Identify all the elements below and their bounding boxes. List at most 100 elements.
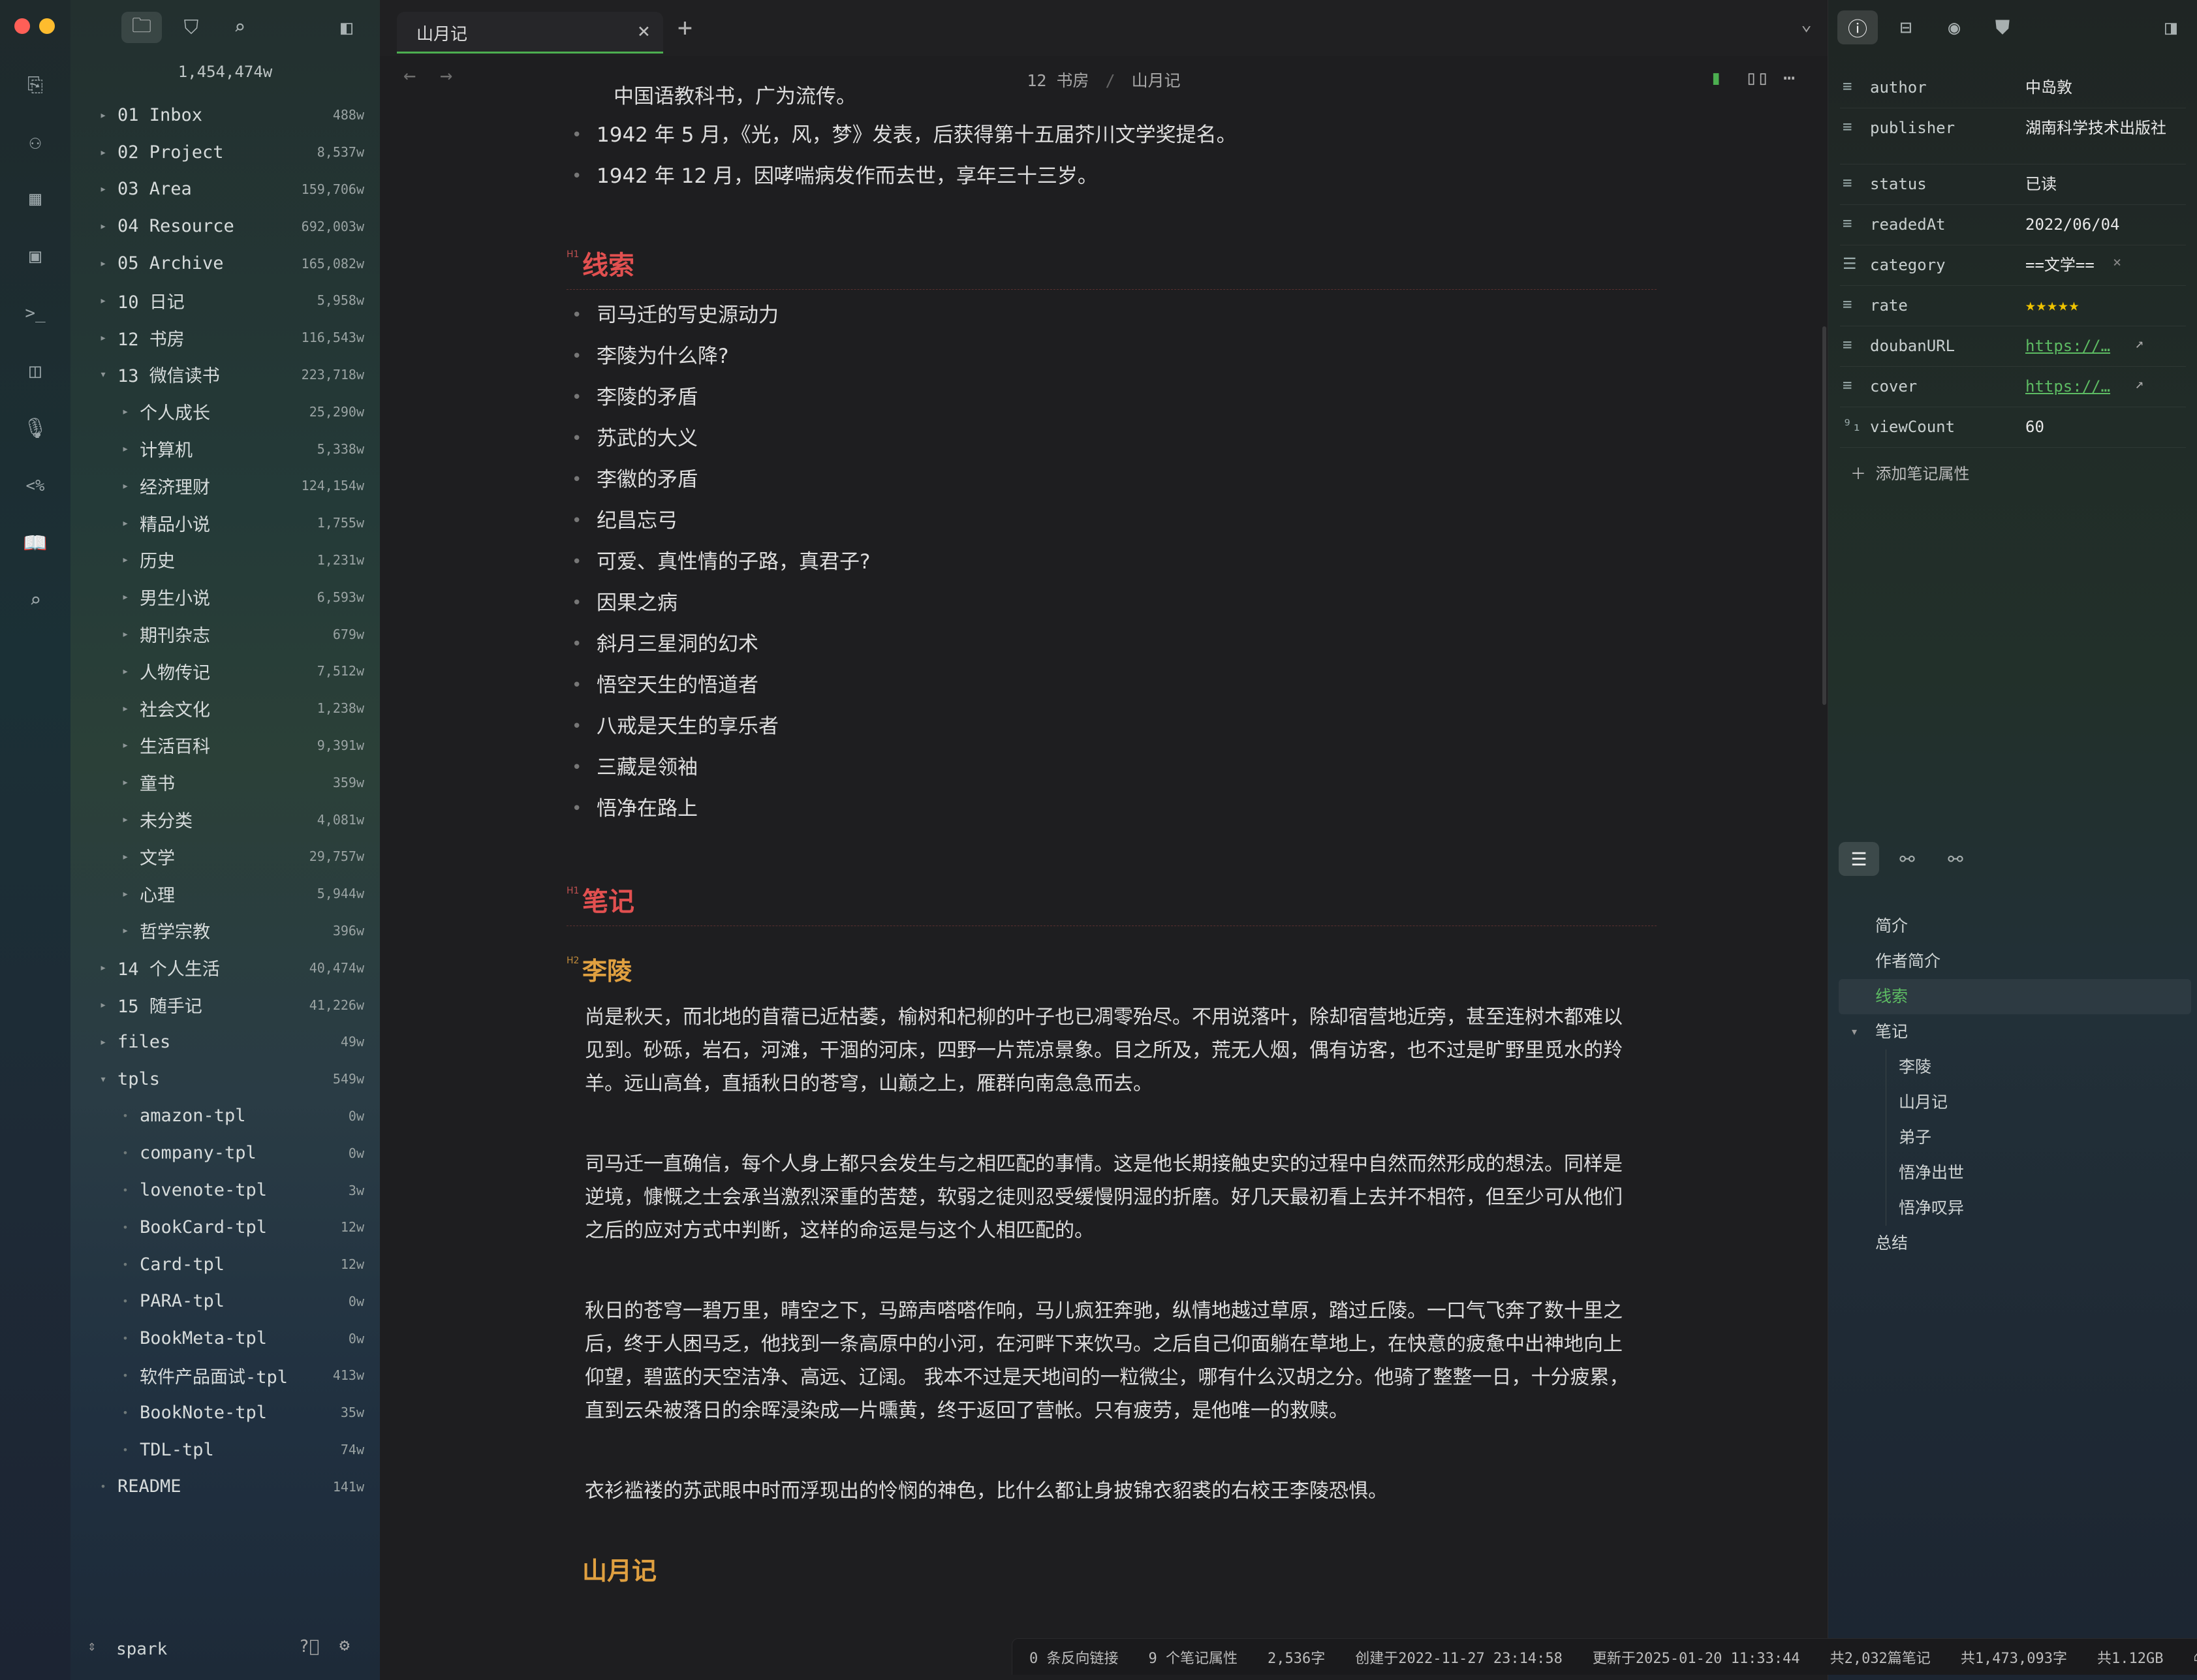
vault-name[interactable]: spark	[116, 1640, 167, 1659]
external-link-icon[interactable]: ↗	[2135, 335, 2143, 352]
tree-folder[interactable]: ▸ 03 Area 159,706w	[70, 171, 380, 208]
info-icon[interactable]: ⓘ	[1837, 10, 1878, 44]
tree-folder[interactable]: ▸ 计算机 5,338w	[70, 430, 380, 467]
tree-folder[interactable]: ▸ 04 Resource 692,003w	[70, 208, 380, 245]
tree-folder[interactable]: ▸ 心理 5,944w	[70, 875, 380, 912]
property-value[interactable]: 2022/06/04	[2025, 215, 2182, 234]
bookmark-icon[interactable]: ⛉	[171, 12, 211, 43]
status-backlinks[interactable]: 0 条反向链接	[1029, 1647, 1119, 1668]
archive-icon[interactable]: ⊟	[1886, 10, 1926, 44]
tree-file[interactable]: • lovenote-tpl 3w	[70, 1172, 380, 1209]
property-value[interactable]: 中岛敦	[2025, 78, 2182, 97]
tags-icon[interactable]: ⛊	[1982, 10, 2023, 44]
tree-file[interactable]: • TDL-tpl 74w	[70, 1431, 380, 1469]
property-key[interactable]: rate	[1870, 296, 1908, 315]
minimize-window-button[interactable]	[39, 18, 55, 34]
settings-gear-icon[interactable]: ⚙	[339, 1636, 350, 1655]
external-link-icon[interactable]: ↗	[2135, 376, 2143, 392]
property-rate[interactable]: ≡ rate ★★★★★	[1840, 286, 2186, 326]
dashboard-icon[interactable]: ▦	[20, 183, 51, 214]
calendar-icon[interactable]: ▣	[20, 240, 51, 272]
property-readedAt[interactable]: ≡ readedAt 2022/06/04	[1840, 205, 2186, 245]
tree-folder[interactable]: ▸ files 49w	[70, 1023, 380, 1061]
outline-item[interactable]: 山月记	[1839, 1085, 2191, 1120]
outline-item[interactable]: 悟净出世	[1839, 1155, 2191, 1190]
add-property-button[interactable]: ＋ 添加笔记属性	[1850, 461, 1969, 484]
property-key[interactable]: category	[1870, 256, 1946, 274]
tree-file[interactable]: • 软件产品面试-tpl 413w	[70, 1357, 380, 1394]
property-key[interactable]: author	[1870, 78, 1927, 97]
tree-folder[interactable]: ▾ 13 微信读书 223,718w	[70, 356, 380, 394]
property-value[interactable]: 已读	[2025, 175, 2182, 193]
outline-item[interactable]: 线索	[1839, 979, 2191, 1014]
property-key[interactable]: publisher	[1870, 119, 1955, 137]
eye-icon[interactable]: ◉	[1934, 10, 1974, 44]
backlinks-icon[interactable]: ⚯	[1887, 842, 1927, 876]
outline-item[interactable]: ▾ 笔记	[1839, 1014, 2191, 1050]
tree-file[interactable]: • amazon-tpl 0w	[70, 1098, 380, 1135]
chevron-down-icon[interactable]: ▾	[1852, 1014, 1857, 1050]
reading-view-icon[interactable]: ▯▯	[1745, 67, 1769, 89]
property-key[interactable]: cover	[1870, 377, 1917, 396]
help-icon[interactable]: ?⃝	[299, 1637, 319, 1657]
outline-item[interactable]: 悟净叹异	[1839, 1190, 2191, 1226]
sync-icon[interactable]: ⌂	[2194, 1649, 2197, 1665]
outline-item[interactable]: 简介	[1839, 909, 2191, 944]
property-viewCount[interactable]: ⁹₁ viewCount 60	[1840, 407, 2186, 448]
new-tab-icon[interactable]: +	[678, 13, 693, 42]
close-tab-icon[interactable]: ×	[638, 18, 650, 43]
tree-folder[interactable]: ▸ 精品小说 1,755w	[70, 505, 380, 542]
outline-item[interactable]: 弟子	[1839, 1120, 2191, 1155]
tree-file[interactable]: • company-tpl 0w	[70, 1134, 380, 1172]
outline-item[interactable]: 李陵	[1839, 1050, 2191, 1085]
right-sidebar-toggle-icon[interactable]: ◨	[2151, 10, 2191, 44]
tree-folder[interactable]: ▸ 10 日记 5,958w	[70, 282, 380, 319]
code-percent-icon[interactable]: <%	[20, 470, 51, 501]
tree-folder[interactable]: ▸ 人物传记 7,512w	[70, 653, 380, 690]
outline-item[interactable]: 作者简介	[1839, 944, 2191, 979]
tree-file[interactable]: • README 141w	[70, 1468, 380, 1505]
tree-folder[interactable]: ▸ 12 书房 116,543w	[70, 319, 380, 356]
tree-folder[interactable]: ▸ 生活百科 9,391w	[70, 727, 380, 764]
tree-file[interactable]: • Card-tpl 12w	[70, 1246, 380, 1283]
tree-folder[interactable]: ▸ 男生小说 6,593w	[70, 578, 380, 615]
property-author[interactable]: ≡ author 中岛敦	[1840, 68, 2186, 108]
terminal-icon[interactable]: >_	[20, 298, 51, 329]
tree-folder[interactable]: ▸ 个人成长 25,290w	[70, 393, 380, 430]
graph-icon[interactable]: ⚇	[20, 127, 51, 158]
tree-file[interactable]: • PARA-tpl 0w	[70, 1283, 380, 1320]
property-value[interactable]: ★★★★★	[2025, 296, 2182, 315]
tree-folder[interactable]: ▸ 童书 359w	[70, 764, 380, 801]
property-key[interactable]: viewCount	[1870, 418, 1955, 436]
remove-tag-icon[interactable]: ×	[2113, 255, 2121, 271]
tree-folder[interactable]: ▸ 01 Inbox 488w	[70, 97, 380, 134]
tree-folder[interactable]: ▸ 社会文化 1,238w	[70, 690, 380, 727]
tree-folder[interactable]: ▸ 经济理财 124,154w	[70, 467, 380, 505]
vault-switch-icon[interactable]: ⇕	[87, 1638, 96, 1655]
property-publisher[interactable]: ≡ publisher 湖南科学技术出版社	[1840, 108, 2186, 164]
tree-folder[interactable]: ▸ 02 Project 8,537w	[70, 134, 380, 171]
tree-folder[interactable]: ▸ 14 个人生活 40,474w	[70, 949, 380, 986]
tree-file[interactable]: • BookMeta-tpl 0w	[70, 1320, 380, 1357]
tree-folder[interactable]: ▸ 历史 1,231w	[70, 542, 380, 579]
property-key[interactable]: doubanURL	[1870, 337, 1955, 355]
microphone-icon[interactable]: 🎙	[20, 412, 51, 444]
tab-shanyueji[interactable]: 山月记 ×	[397, 12, 663, 54]
property-cover[interactable]: ≡ cover https://… ↗	[1840, 367, 2186, 407]
tree-folder[interactable]: ▸ 05 Archive 165,082w	[70, 245, 380, 282]
tree-folder[interactable]: ▸ 15 随手记 41,226w	[70, 986, 380, 1023]
editor-scrollbar[interactable]	[1822, 326, 1826, 705]
new-file-icon[interactable]: ⎘	[20, 69, 51, 101]
tab-list-chevron-icon[interactable]: ⌄	[1801, 13, 1812, 35]
close-window-button[interactable]	[14, 18, 30, 34]
property-category[interactable]: ☰ category ==文学== ×	[1840, 245, 2186, 286]
tree-folder[interactable]: ▸ 未分类 4,081w	[70, 801, 380, 838]
property-status[interactable]: ≡ status 已读	[1840, 164, 2186, 205]
tree-folder[interactable]: ▸ 文学 29,757w	[70, 838, 380, 875]
image-icon[interactable]: ◫	[20, 355, 51, 386]
search-icon[interactable]: ⌕	[20, 585, 51, 616]
book-icon[interactable]: 📖	[20, 527, 51, 559]
tree-file[interactable]: • BookNote-tpl 35w	[70, 1394, 380, 1431]
outline-list-icon[interactable]: ☰	[1839, 842, 1879, 876]
property-key[interactable]: readedAt	[1870, 215, 1946, 234]
